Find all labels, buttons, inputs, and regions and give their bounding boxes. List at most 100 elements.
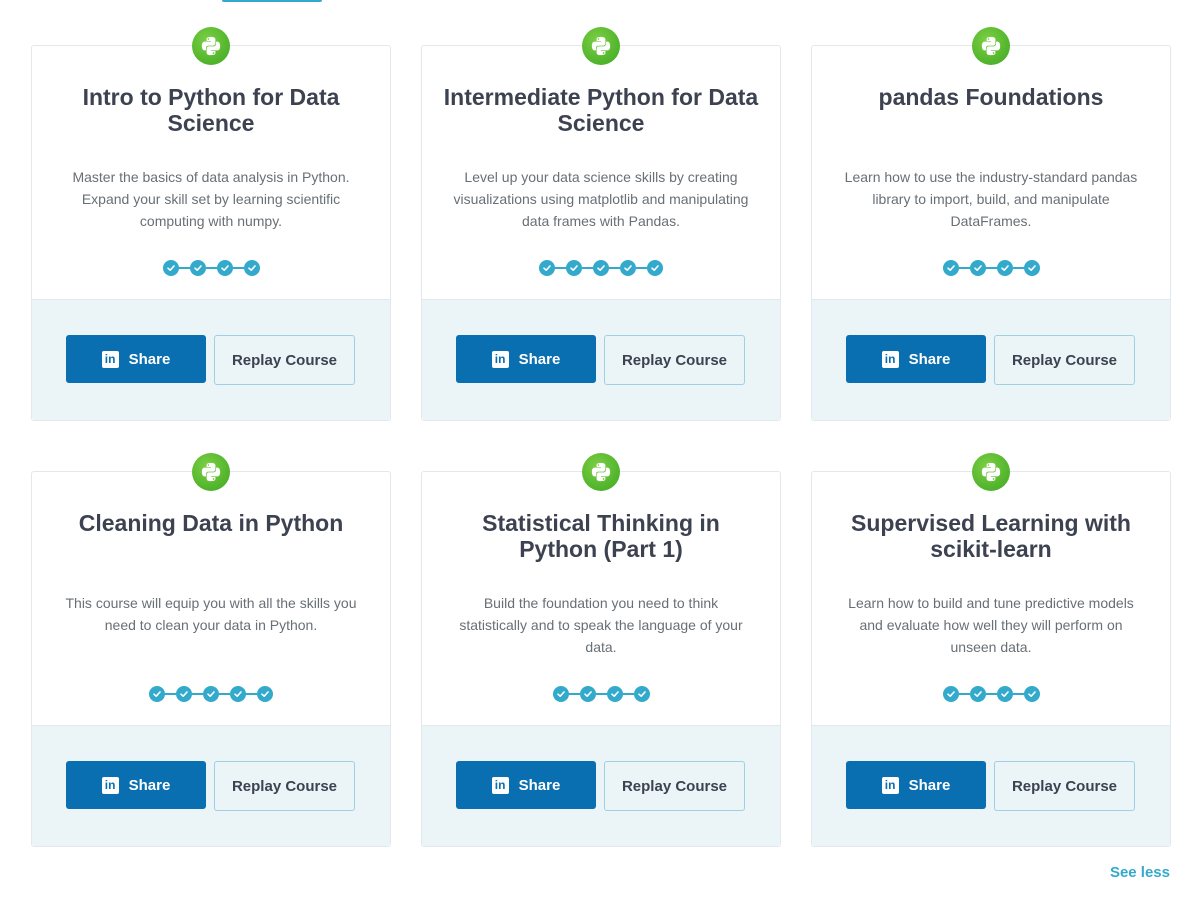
chapter-complete-check-icon — [606, 686, 623, 702]
chapter-complete-check-icon — [593, 260, 609, 276]
linkedin-icon: in — [491, 350, 509, 368]
course-grid: Intro to Python for Data Science Master … — [31, 27, 1171, 847]
python-icon — [192, 453, 230, 491]
chapter-complete-check-icon — [647, 260, 663, 276]
chapter-complete-check-icon — [996, 260, 1013, 276]
chapter-progress — [812, 686, 1170, 702]
python-icon — [582, 453, 620, 491]
chapter-complete-check-icon — [230, 686, 246, 702]
card-footer: in Share Replay Course — [32, 299, 390, 420]
see-less-link[interactable]: See less — [1110, 864, 1170, 881]
progress-connector — [205, 267, 217, 269]
progress-connector — [636, 267, 647, 269]
replay-course-button[interactable]: Replay Course — [994, 335, 1135, 385]
progress-connector — [192, 693, 203, 695]
course-title: Intermediate Python for Data Science — [443, 84, 759, 136]
share-button[interactable]: in Share — [846, 761, 986, 809]
course-title: Supervised Learning with scikit-learn — [851, 510, 1131, 562]
progress-connector — [582, 267, 593, 269]
course-description: Level up your data science skills by cre… — [453, 169, 749, 229]
linkedin-icon: in — [881, 350, 899, 368]
share-button[interactable]: in Share — [66, 335, 206, 383]
share-label: Share — [128, 776, 171, 794]
replay-course-button[interactable]: Replay Course — [994, 761, 1135, 811]
progress-connector — [1012, 693, 1024, 695]
progress-connector — [568, 693, 580, 695]
linkedin-icon: in — [101, 776, 119, 794]
chapter-complete-check-icon — [149, 686, 165, 702]
progress-connector — [246, 693, 257, 695]
course-title: pandas Foundations — [878, 84, 1104, 110]
course-card: Intro to Python for Data Science Master … — [31, 27, 391, 421]
course-description: Learn how to use the industry-standard p… — [844, 169, 1138, 229]
card-footer: in Share Replay Course — [422, 725, 780, 846]
chapter-complete-check-icon — [566, 260, 582, 276]
share-button[interactable]: in Share — [846, 335, 986, 383]
progress-connector — [232, 267, 244, 269]
chapter-complete-check-icon — [162, 260, 179, 276]
course-description: Build the foundation you need to think s… — [459, 595, 743, 655]
chapter-complete-check-icon — [243, 260, 260, 276]
chapter-progress — [422, 260, 780, 276]
chapter-progress — [32, 260, 390, 276]
progress-connector — [1012, 267, 1024, 269]
chapter-complete-check-icon — [620, 260, 636, 276]
chapter-progress — [812, 260, 1170, 276]
share-button[interactable]: in Share — [66, 761, 206, 809]
course-card: pandas Foundations Learn how to use the … — [811, 27, 1171, 421]
chapter-complete-check-icon — [1023, 260, 1040, 276]
chapter-complete-check-icon — [216, 260, 233, 276]
course-title: Statistical Thinking in Python (Part 1) — [482, 510, 720, 562]
card-footer: in Share Replay Course — [812, 725, 1170, 846]
linkedin-icon: in — [491, 776, 509, 794]
card-footer: in Share Replay Course — [32, 725, 390, 846]
chapter-complete-check-icon — [633, 686, 650, 702]
replay-course-button[interactable]: Replay Course — [604, 335, 745, 385]
chapter-complete-check-icon — [942, 686, 959, 702]
chapter-complete-check-icon — [203, 686, 219, 702]
progress-connector — [609, 267, 620, 269]
progress-connector — [165, 693, 176, 695]
course-card: Cleaning Data in Python This course will… — [31, 453, 391, 847]
replay-course-button[interactable]: Replay Course — [604, 761, 745, 811]
progress-connector — [985, 693, 997, 695]
card-footer: in Share Replay Course — [812, 299, 1170, 420]
replay-course-button[interactable]: Replay Course — [214, 335, 355, 385]
replay-course-button[interactable]: Replay Course — [214, 761, 355, 811]
chapter-complete-check-icon — [969, 260, 986, 276]
course-description: Learn how to build and tune predictive m… — [848, 595, 1134, 655]
python-icon — [972, 453, 1010, 491]
share-label: Share — [128, 350, 171, 368]
share-label: Share — [518, 776, 561, 794]
progress-connector — [985, 267, 997, 269]
python-icon — [192, 27, 230, 65]
course-description: This course will equip you with all the … — [65, 595, 357, 633]
chapter-complete-check-icon — [1023, 686, 1040, 702]
chapter-complete-check-icon — [552, 686, 569, 702]
python-icon — [582, 27, 620, 65]
progress-connector — [958, 693, 970, 695]
share-label: Share — [518, 350, 561, 368]
chapter-complete-check-icon — [257, 686, 273, 702]
share-label: Share — [908, 350, 951, 368]
chapter-complete-check-icon — [189, 260, 206, 276]
course-title: Cleaning Data in Python — [78, 510, 344, 536]
chapter-complete-check-icon — [996, 686, 1013, 702]
share-button[interactable]: in Share — [456, 761, 596, 809]
progress-connector — [958, 267, 970, 269]
share-button[interactable]: in Share — [456, 335, 596, 383]
linkedin-icon: in — [881, 776, 899, 794]
chapter-progress — [422, 686, 780, 702]
share-label: Share — [908, 776, 951, 794]
chapter-progress — [32, 686, 390, 702]
chapter-complete-check-icon — [579, 686, 596, 702]
progress-connector — [622, 693, 634, 695]
course-title: Intro to Python for Data Science — [82, 84, 340, 136]
chapter-complete-check-icon — [176, 686, 192, 702]
course-description: Master the basics of data analysis in Py… — [72, 169, 350, 229]
course-card: Statistical Thinking in Python (Part 1) … — [421, 453, 781, 847]
progress-connector — [555, 267, 566, 269]
active-tab-indicator — [222, 0, 322, 2]
card-footer: in Share Replay Course — [422, 299, 780, 420]
course-card: Supervised Learning with scikit-learn Le… — [811, 453, 1171, 847]
